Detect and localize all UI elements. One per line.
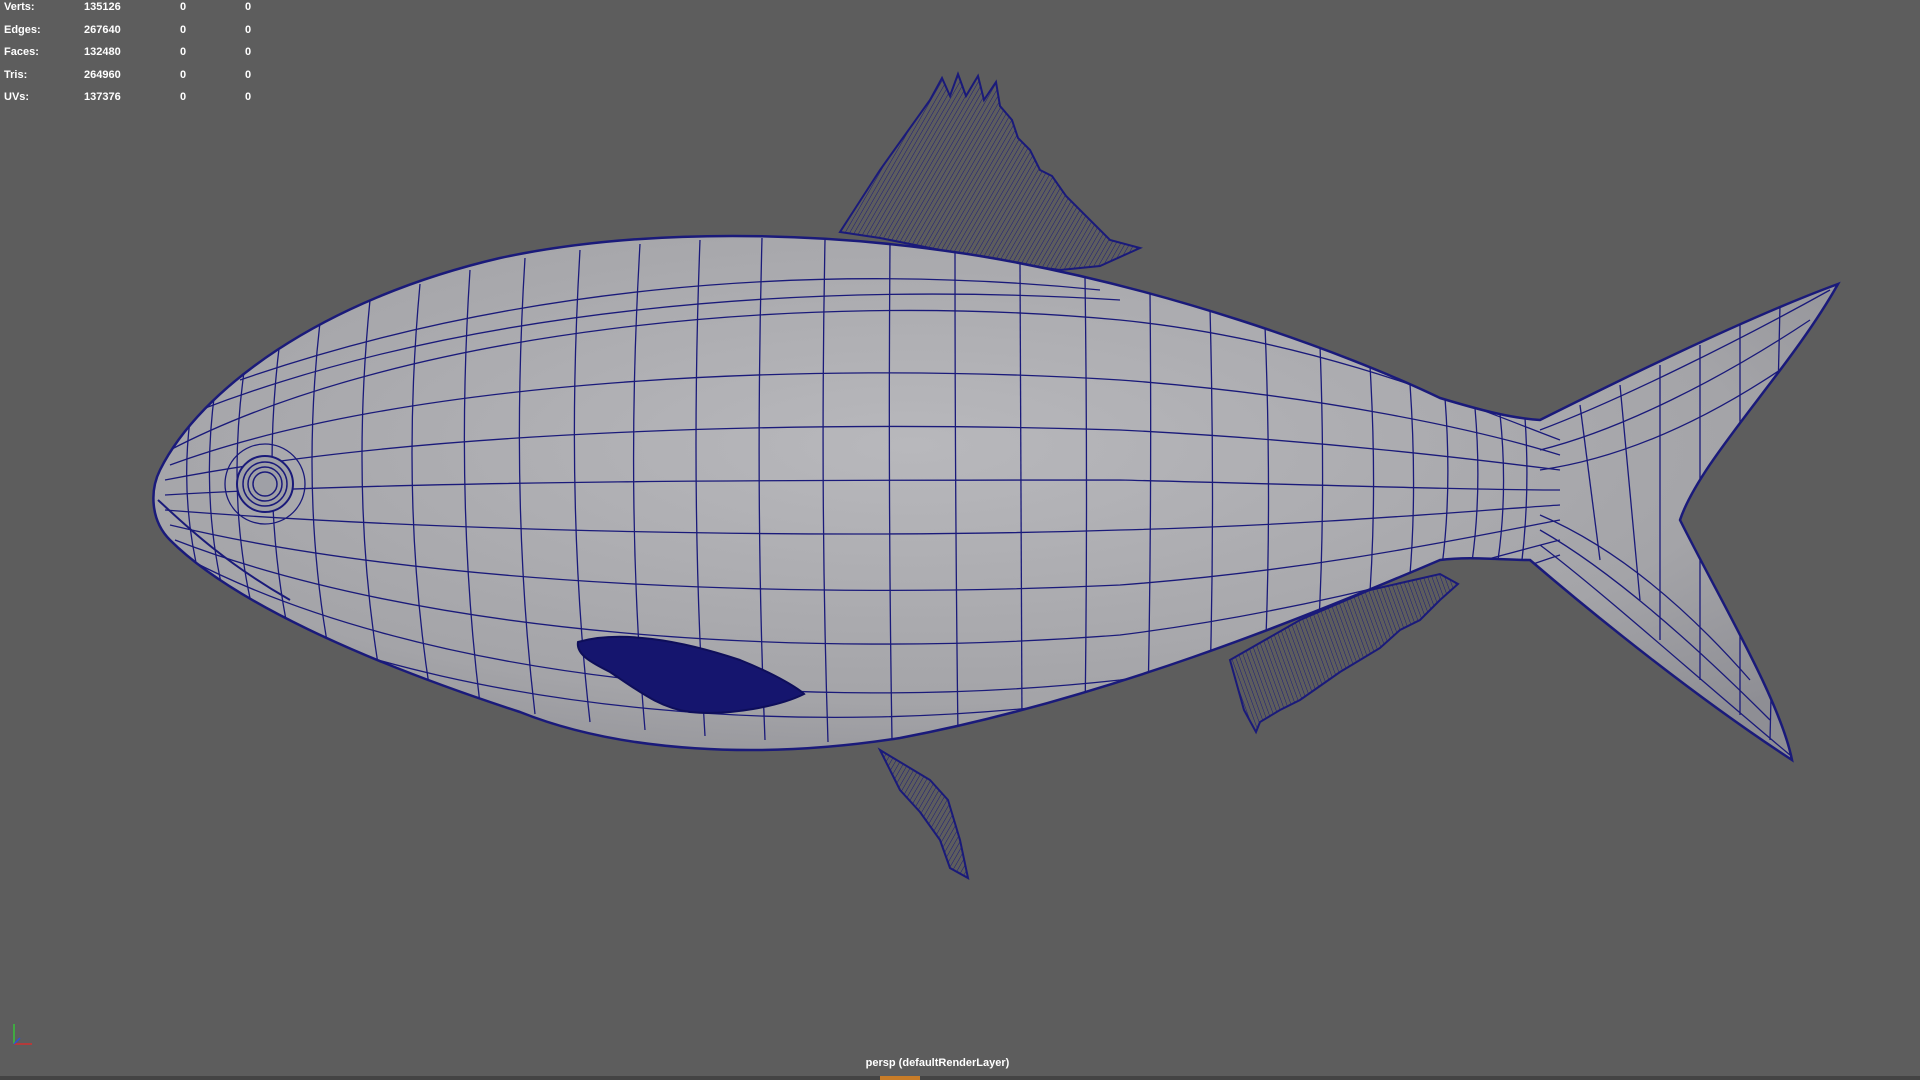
3d-viewport[interactable]: Verts: 135126 0 0 Edges: 267640 0 0 Face…	[0, 0, 1920, 1080]
fish-eye	[224, 443, 306, 525]
camera-label: persp (defaultRenderLayer)	[865, 1057, 1010, 1069]
pelvic-fin	[877, 747, 970, 880]
fish-body	[152, 234, 1841, 763]
fish-wireframe-model[interactable]	[0, 0, 1920, 1080]
viewport-active-marker	[880, 1076, 920, 1080]
viewport-bottom-border	[0, 1076, 1920, 1080]
dorsal-fin	[838, 71, 1143, 272]
xyz-axis-icon	[13, 1024, 32, 1045]
